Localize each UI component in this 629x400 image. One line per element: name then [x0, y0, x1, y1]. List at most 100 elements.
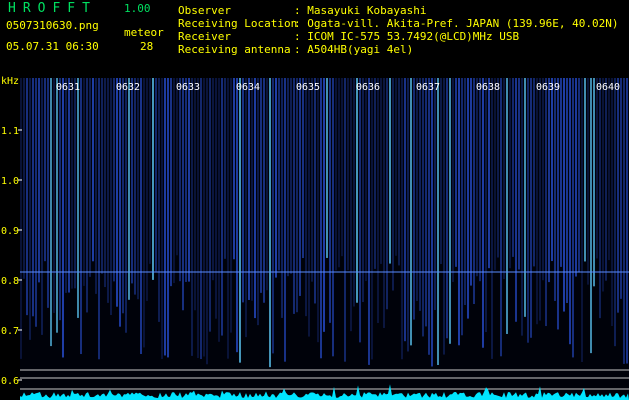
noise-streak: [419, 78, 421, 311]
time-tick-label: 0637: [416, 82, 440, 93]
noise-streak: [272, 78, 274, 354]
noise-streak: [374, 78, 376, 269]
noise-streak: [449, 78, 451, 344]
noise-streak: [71, 78, 73, 289]
noise-streak: [329, 78, 331, 323]
noise-streak: [83, 78, 85, 286]
noise-streak: [509, 78, 511, 269]
noise-streak: [236, 78, 238, 353]
noise-streak: [368, 78, 370, 365]
noise-streak: [74, 78, 76, 289]
noise-streak: [248, 78, 250, 300]
time-tick-label: 0632: [116, 82, 140, 93]
noise-streak: [446, 78, 448, 339]
noise-streak: [182, 78, 184, 311]
noise-streak: [551, 78, 553, 262]
noise-streak: [371, 78, 373, 360]
noise-streak: [209, 78, 211, 332]
noise-streak: [479, 78, 481, 282]
noise-streak: [257, 78, 259, 326]
time-tick-label: 0636: [356, 82, 380, 93]
noise-streak: [347, 78, 349, 271]
noise-streak: [458, 78, 460, 346]
time-tick-label: 0640: [596, 82, 620, 93]
noise-streak: [32, 78, 34, 317]
noise-streak: [596, 78, 598, 259]
noise-streak: [77, 78, 79, 318]
noise-streak: [476, 78, 478, 277]
noise-streak: [575, 78, 577, 277]
noise-streak: [470, 78, 472, 286]
y-tick-label: 0.9: [1, 226, 19, 237]
noise-streak: [155, 78, 157, 272]
noise-streak: [524, 78, 526, 317]
noise-streak: [590, 78, 592, 354]
noise-streak: [431, 78, 433, 367]
noise-streak: [233, 78, 235, 260]
noise-streak: [542, 78, 544, 281]
noise-streak: [221, 78, 223, 336]
noise-streak: [410, 78, 412, 346]
noise-streak: [326, 78, 328, 258]
noise-streak: [290, 78, 292, 274]
noise-streak: [23, 78, 25, 279]
noise-streak: [599, 78, 601, 319]
noise-streak: [44, 78, 46, 262]
noise-streak: [413, 78, 415, 320]
noise-streak: [149, 78, 151, 264]
y-unit-label: kHz: [1, 76, 19, 87]
noise-streak: [548, 78, 550, 283]
noise-streak: [428, 78, 430, 355]
noise-streak: [602, 78, 604, 292]
time-tick-label: 0631: [56, 82, 80, 93]
noise-streak: [293, 78, 295, 314]
noise-streak: [608, 78, 610, 261]
noise-streak: [134, 78, 136, 295]
noise-streak: [266, 78, 268, 291]
noise-streak: [485, 78, 487, 333]
noise-streak: [350, 78, 352, 332]
noise-streak: [335, 78, 337, 271]
noise-streak: [92, 78, 94, 262]
noise-streak: [398, 78, 400, 266]
noise-streak: [170, 78, 172, 287]
noise-streak: [197, 78, 199, 358]
noise-streak: [101, 78, 103, 274]
noise-streak: [206, 78, 208, 365]
noise-streak: [365, 78, 367, 282]
noise-streak: [320, 78, 322, 359]
noise-streak: [317, 78, 319, 343]
noise-streak: [560, 78, 562, 267]
noise-streak: [125, 78, 127, 333]
noise-streak: [626, 78, 628, 364]
noise-streak: [68, 78, 70, 293]
noise-streak: [461, 78, 463, 336]
noise-streak: [587, 78, 589, 285]
noise-streak: [467, 78, 469, 319]
noise-streak: [572, 78, 574, 358]
noise-streak: [440, 78, 442, 265]
noise-streak: [185, 78, 187, 282]
noise-streak: [494, 78, 496, 270]
noise-streak: [245, 78, 247, 338]
noise-streak: [341, 78, 343, 257]
noise-streak: [299, 78, 301, 296]
noise-streak: [152, 78, 154, 280]
noise-streak: [344, 78, 346, 362]
noise-streak: [188, 78, 190, 282]
noise-streak: [617, 78, 619, 313]
noise-streak: [362, 78, 364, 303]
noise-streak: [107, 78, 109, 303]
noise-streak: [311, 78, 313, 282]
noise-streak: [269, 78, 271, 368]
noise-streak: [53, 78, 55, 313]
noise-streak: [194, 78, 196, 311]
noise-streak: [356, 78, 358, 303]
noise-streak: [239, 78, 241, 363]
noise-streak: [566, 78, 568, 303]
noise-streak: [95, 78, 97, 294]
noise-streak: [515, 78, 517, 322]
noise-streak: [422, 78, 424, 337]
noise-streak: [35, 78, 37, 327]
noise-streak: [554, 78, 556, 301]
